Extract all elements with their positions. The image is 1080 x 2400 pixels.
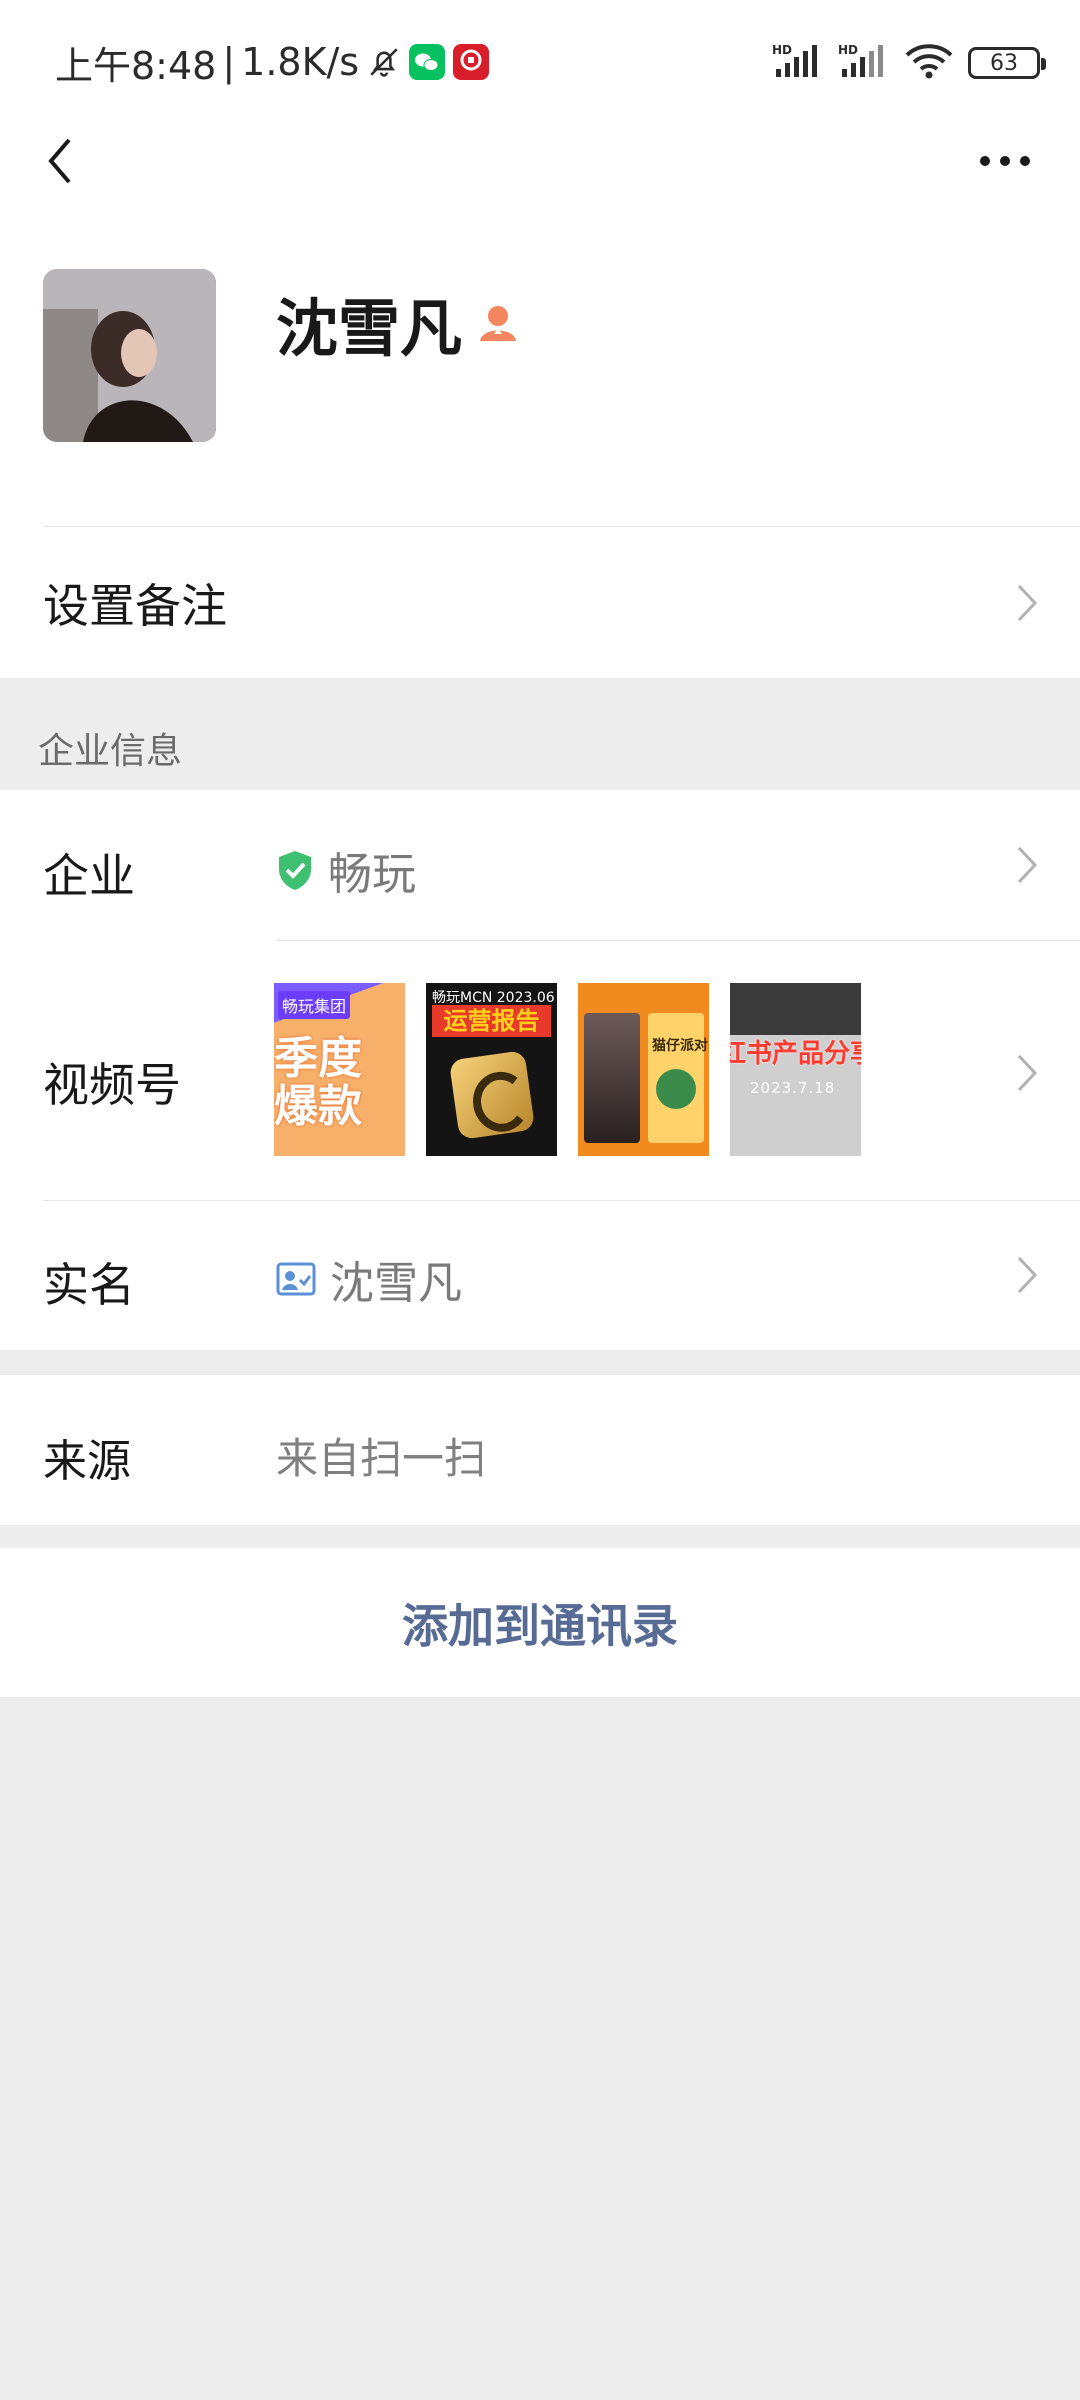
svg-text:HD: HD	[838, 43, 858, 57]
chevron-left-icon	[48, 138, 71, 184]
video-thumbnails: 畅玩集团 季度爆款 畅玩MCN 2023.06 运营报告 猫仔派对 红书产品分享…	[274, 983, 861, 1156]
enterprise-label: 企业	[43, 849, 135, 903]
set-remark-label: 设置备注	[43, 578, 227, 633]
thumbnail-caption: 猫仔派对	[652, 1038, 708, 1054]
chevron-right-icon	[1016, 1255, 1038, 1295]
set-remark-row[interactable]: 设置备注	[0, 527, 1080, 678]
section-title-enterprise-info: 企业信息	[38, 731, 183, 772]
profile-name-row: 沈雪凡	[276, 278, 520, 368]
thumbnail-headline: 季度爆款	[274, 1033, 362, 1132]
source-row: 来源 来自扫一扫	[0, 1375, 1080, 1525]
more-dot-icon	[1000, 156, 1010, 166]
more-dot-icon	[1020, 156, 1030, 166]
wifi-icon	[904, 42, 954, 84]
add-to-contacts-label: 添加到通讯录	[402, 1598, 678, 1653]
real-name-label: 实名	[43, 1258, 135, 1312]
video-channel-label: 视频号	[43, 1058, 181, 1112]
chevron-right-icon	[1016, 845, 1038, 885]
enterprise-name: 畅玩	[328, 849, 416, 900]
enterprise-info-card: 企业 畅玩 视频号 畅玩集团 季度爆款 畅玩MCN 2023.06 运营报告 猫…	[0, 790, 1080, 1350]
bank-app-icon	[453, 44, 490, 80]
battery-indicator: 63	[968, 47, 1046, 79]
avatar-photo	[43, 269, 216, 442]
enterprise-row[interactable]: 企业 畅玩	[0, 790, 1080, 940]
video-thumbnail[interactable]: 猫仔派对	[578, 983, 709, 1156]
more-dot-icon	[980, 156, 990, 166]
battery-level: 63	[990, 50, 1018, 76]
real-name-value: 沈雪凡	[330, 1258, 462, 1309]
nav-bar	[0, 125, 1080, 200]
svg-text:HD: HD	[772, 43, 792, 57]
status-bar: 上午8:48 | 1.8K/s HD HD 63	[0, 0, 1080, 125]
thumbnail-image	[584, 1013, 640, 1143]
real-name-row[interactable]: 实名 沈雪凡	[0, 1201, 1080, 1350]
enterprise-value-group: 畅玩	[276, 838, 416, 902]
logo-icon	[448, 1050, 536, 1140]
chevron-right-icon	[1016, 583, 1038, 623]
status-right: HD HD 63	[772, 38, 1046, 88]
status-separator: |	[222, 40, 236, 84]
status-left: 上午8:48 | 1.8K/s	[55, 36, 490, 88]
source-label: 来源	[43, 1436, 131, 1487]
thumbnail-date: 2023.7.18	[750, 1079, 836, 1097]
thumbnail-image	[648, 1013, 704, 1143]
bell-muted-icon	[367, 45, 401, 79]
status-time: 上午8:48	[55, 43, 217, 88]
cellular-signal-2-icon: HD	[838, 43, 890, 83]
network-speed: 1.8K/s	[241, 40, 360, 84]
thumbnail-headline: 运营报告	[432, 1005, 551, 1037]
source-card: 来源 来自扫一扫	[0, 1375, 1080, 1525]
profile-name: 沈雪凡	[276, 292, 463, 365]
thumbnail-header: 畅玩MCN 2023.06	[432, 990, 555, 1006]
avatar[interactable]	[43, 269, 216, 442]
female-gender-icon	[476, 301, 520, 345]
id-card-icon	[276, 1262, 316, 1296]
cellular-signal-icon: HD	[772, 43, 824, 83]
wechat-app-icon	[409, 44, 446, 80]
thumbnail-headline: 红书产品分享	[730, 1039, 861, 1069]
video-thumbnail[interactable]: 畅玩集团 季度爆款	[274, 983, 405, 1156]
real-name-value-group: 沈雪凡	[276, 1247, 462, 1311]
video-thumbnail[interactable]: 畅玩MCN 2023.06 运营报告	[426, 983, 557, 1156]
verified-shield-icon	[276, 849, 314, 891]
add-to-contacts-button[interactable]: 添加到通讯录	[0, 1548, 1080, 1697]
back-button[interactable]	[30, 131, 90, 191]
source-value: 来自扫一扫	[276, 1434, 487, 1483]
thumbnail-tag: 畅玩集团	[278, 991, 351, 1019]
chevron-right-icon	[1016, 1053, 1038, 1093]
profile-header: 沈雪凡 设置备注	[0, 200, 1080, 678]
video-thumbnail[interactable]: 红书产品分享 2023.7.18	[730, 983, 861, 1156]
more-options-button[interactable]	[970, 131, 1040, 191]
